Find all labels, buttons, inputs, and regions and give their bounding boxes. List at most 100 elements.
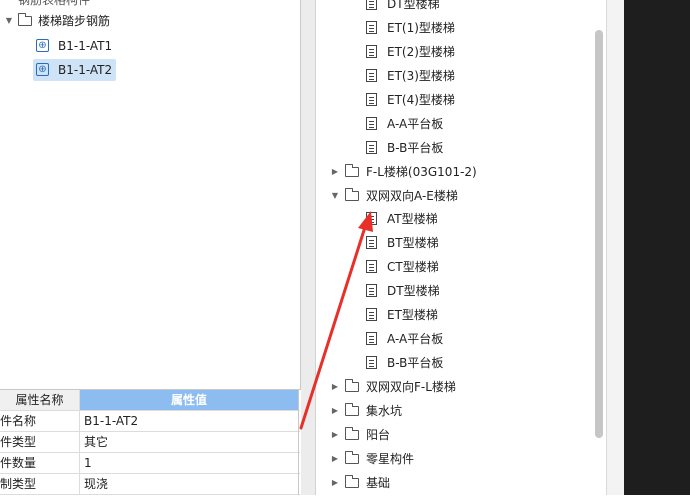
tree-label: ET型楼梯 (387, 308, 438, 322)
document-icon (366, 212, 377, 225)
folder-icon (345, 164, 359, 177)
tree-label: 阳台 (366, 428, 391, 442)
tree-item-b1-1-at1[interactable]: ⊕ B1-1-AT1 (36, 35, 116, 57)
tree-label: A-A平台板 (387, 332, 444, 346)
tree-item-template[interactable]: ET(4)型楼梯 (364, 89, 604, 111)
column-header-property-value: 属性值 (80, 390, 298, 410)
property-table: 属性名称 属性值 件名称 B1-1-AT2 件类型 其它 件数量 1 制类型 现… (0, 389, 300, 496)
tree-item-template[interactable]: CT型楼梯 (364, 256, 604, 278)
property-value-fabrication-type[interactable]: 现浇 (80, 474, 298, 494)
property-value-component-type[interactable]: 其它 (80, 432, 298, 452)
tree-item-template[interactable]: B-B平台板 (364, 137, 604, 159)
property-table-header: 属性名称 属性值 (0, 390, 300, 411)
collapsed-arrow-icon[interactable]: ▶ (330, 400, 340, 422)
property-value-component-name[interactable]: B1-1-AT2 (80, 411, 298, 431)
template-tree-pane: DT型楼梯 ET(1)型楼梯 ET(2)型楼梯 ET(3)型楼梯 ET(4)型楼… (316, 0, 606, 495)
folder-icon (18, 13, 32, 26)
tree-item-template[interactable]: DT型楼梯 (364, 0, 604, 15)
document-icon (366, 260, 377, 273)
stair-component-icon: ⊕ (36, 39, 49, 52)
tree-label: 集水坑 (366, 404, 403, 418)
tree-folder-balcony[interactable]: ▶ 阳台 (330, 424, 600, 446)
tree-label: F-L楼梯(03G101-2) (366, 165, 477, 179)
tree-label: 基础 (366, 476, 391, 490)
property-name: 件类型 (0, 432, 80, 452)
panel-edge (606, 0, 625, 495)
property-name: 件名称 (0, 411, 80, 431)
document-icon (366, 308, 377, 321)
tree-item-template[interactable]: BT型楼梯 (364, 232, 604, 254)
open-folder-icon (345, 188, 359, 201)
tree-folder-misc-components[interactable]: ▶ 零星构件 (330, 448, 600, 470)
tree-item-template[interactable]: DT型楼梯 (364, 280, 604, 302)
tree-label: BT型楼梯 (387, 236, 439, 250)
property-row[interactable]: 件数量 1 (0, 453, 300, 474)
document-icon (366, 141, 377, 154)
property-row[interactable]: 件名称 B1-1-AT2 (0, 411, 300, 432)
stair-component-icon: ⊕ (36, 63, 49, 76)
collapsed-arrow-icon[interactable]: ▶ (330, 376, 340, 398)
document-icon (366, 236, 377, 249)
tree-folder-sump-pit[interactable]: ▶ 集水坑 (330, 400, 600, 422)
collapsed-arrow-icon[interactable]: ▶ (330, 448, 340, 470)
folder-icon (345, 451, 359, 464)
tree-label: B-B平台板 (387, 356, 444, 370)
tree-folder-double-mesh-ae-stairs[interactable]: ▼ 双网双向A-E楼梯 (330, 185, 600, 207)
tree-label: B1-1-AT2 (58, 63, 113, 77)
tree-label: CT型楼梯 (387, 260, 439, 274)
document-icon (366, 21, 377, 34)
collapsed-arrow-icon[interactable]: ▶ (330, 424, 340, 446)
folder-icon (345, 427, 359, 440)
document-icon (366, 45, 377, 58)
tree-item-template[interactable]: A-A平台板 (364, 328, 604, 350)
column-header-property-name: 属性名称 (0, 390, 80, 410)
folder-icon (345, 403, 359, 416)
tree-folder-double-mesh-fl-stairs[interactable]: ▶ 双网双向F-L楼梯 (330, 376, 600, 398)
document-icon (366, 93, 377, 106)
vertical-scrollbar-thumb[interactable] (595, 30, 603, 438)
table-border (298, 389, 299, 495)
folder-icon (345, 379, 359, 392)
tree-item-b1-1-at2-selected[interactable]: ⊕ B1-1-AT2 (33, 59, 116, 81)
tree-label: A-A平台板 (387, 117, 444, 131)
tree-folder-fl-stairs[interactable]: ▶ F-L楼梯(03G101-2) (330, 161, 600, 183)
tree-label: AT型楼梯 (387, 212, 438, 226)
tree-label: 零星构件 (366, 452, 415, 466)
tree-label: B-B平台板 (387, 141, 444, 155)
pane-splitter[interactable] (301, 0, 316, 495)
document-icon (366, 356, 377, 369)
tree-label: 双网双向A-E楼梯 (366, 189, 458, 203)
tree-label: ET(4)型楼梯 (387, 93, 455, 107)
tree-label: DT型楼梯 (387, 0, 440, 11)
expanded-arrow-icon[interactable]: ▼ (330, 185, 340, 207)
property-value-component-count[interactable]: 1 (80, 453, 298, 473)
document-icon (366, 332, 377, 345)
document-icon (366, 284, 377, 297)
tree-label: ET(2)型楼梯 (387, 45, 455, 59)
property-name: 制类型 (0, 474, 80, 494)
expanded-arrow-icon[interactable]: ▼ (4, 10, 14, 32)
tree-label: B1-1-AT1 (58, 39, 113, 53)
tree-item-template[interactable]: ET型楼梯 (364, 304, 604, 326)
tree-item-template[interactable]: A-A平台板 (364, 113, 604, 135)
collapsed-arrow-icon[interactable]: ▶ (330, 161, 340, 183)
tree-label: 双网双向F-L楼梯 (366, 380, 456, 394)
document-icon (366, 117, 377, 130)
adjacent-window-edge (624, 0, 690, 495)
tree-label: ET(3)型楼梯 (387, 69, 455, 83)
tree-item-template[interactable]: B-B平台板 (364, 352, 604, 374)
tree-item-template[interactable]: ET(1)型楼梯 (364, 17, 604, 39)
tree-item-template[interactable]: ET(3)型楼梯 (364, 65, 604, 87)
tree-row-stair-tread-rebar[interactable]: ▼ 楼梯踏步钢筋 (0, 10, 300, 32)
folder-icon (345, 475, 359, 488)
tree-folder-foundation[interactable]: ▶ 基础 (330, 472, 600, 494)
property-row[interactable]: 件类型 其它 (0, 432, 300, 453)
tree-item-template[interactable]: AT型楼梯 (364, 208, 604, 230)
tree-label: ET(1)型楼梯 (387, 21, 455, 35)
tree-label: 楼梯踏步钢筋 (38, 14, 111, 28)
document-icon (366, 69, 377, 82)
property-name: 件数量 (0, 453, 80, 473)
collapsed-arrow-icon[interactable]: ▶ (330, 472, 340, 494)
tree-item-template[interactable]: ET(2)型楼梯 (364, 41, 604, 63)
property-row[interactable]: 制类型 现浇 (0, 474, 300, 495)
